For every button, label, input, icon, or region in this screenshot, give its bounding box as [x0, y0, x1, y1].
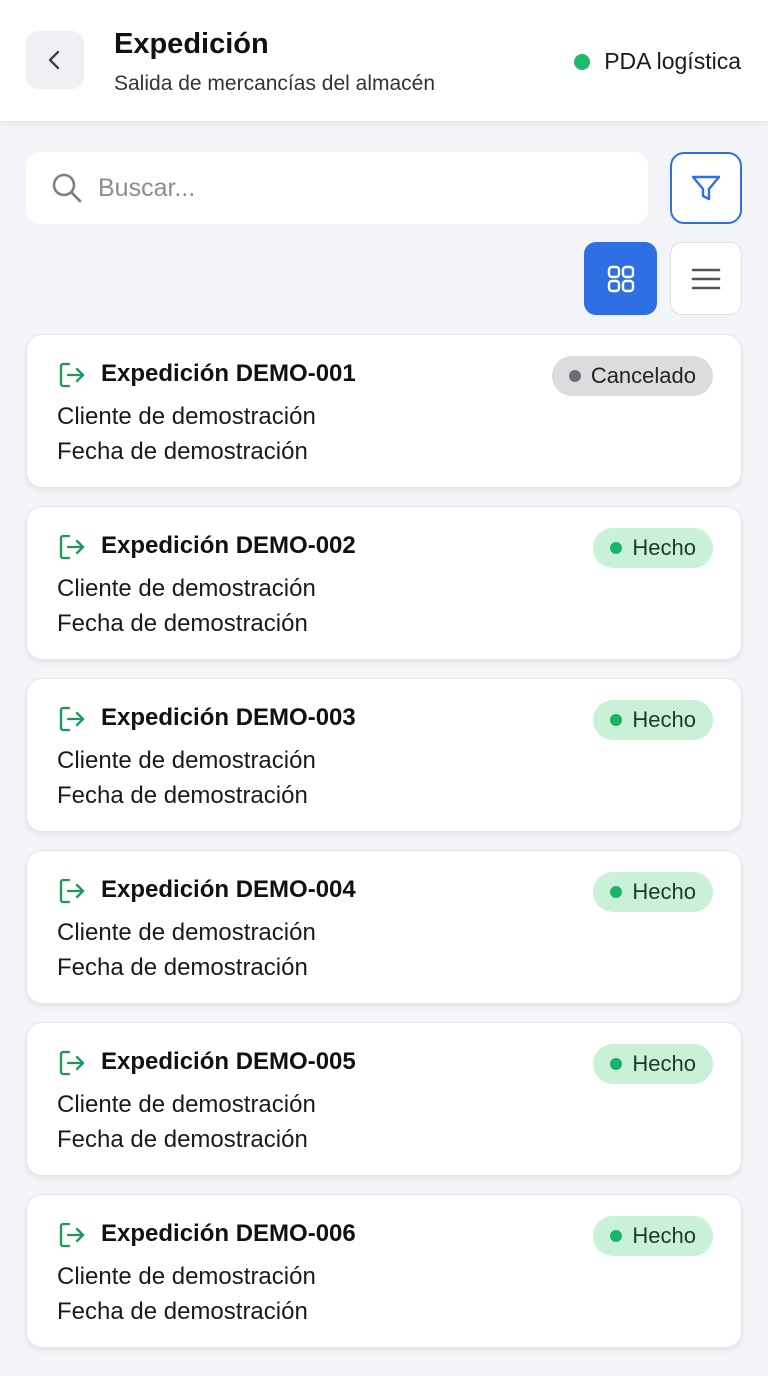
status-badge: Hecho [593, 872, 713, 912]
shipment-card[interactable]: Expedición DEMO-004 Hecho Cliente de dem… [26, 850, 742, 1004]
search-bar[interactable] [26, 152, 648, 224]
device-indicator: PDA logística [574, 48, 741, 75]
status-label: Hecho [632, 707, 696, 732]
shipment-title: Expedición DEMO-002 [101, 532, 356, 559]
search-icon [52, 173, 82, 203]
status-dot [568, 370, 581, 382]
search-input[interactable] [98, 173, 618, 203]
back-button[interactable] [26, 31, 84, 89]
shipment-date: Fecha de demostración [57, 1126, 308, 1153]
status-label: Hecho [632, 1223, 696, 1248]
shipment-card[interactable]: Expedición DEMO-002 Hecho Cliente de dem… [26, 506, 742, 660]
shipment-client: Cliente de demostración [57, 1263, 316, 1290]
shipment-date: Fecha de demostración [57, 438, 308, 465]
online-status-dot [574, 53, 591, 70]
exit-arrow-icon [59, 534, 85, 560]
shipment-client: Cliente de demostración [57, 919, 316, 946]
exit-arrow-icon [59, 706, 85, 732]
shipment-client: Cliente de demostración [57, 1091, 316, 1118]
shipment-title: Expedición DEMO-005 [101, 1048, 356, 1075]
shipment-title: Expedición DEMO-004 [101, 876, 356, 903]
filter-icon [691, 175, 721, 201]
list-view-icon [691, 268, 721, 289]
exit-arrow-icon [59, 1050, 85, 1076]
status-dot [610, 542, 623, 554]
shipment-list: Expedición DEMO-001 Cancelado Cliente de… [26, 334, 742, 1366]
list-view-button[interactable] [670, 242, 742, 315]
shipment-title: Expedición DEMO-003 [101, 704, 356, 731]
status-badge: Cancelado [551, 356, 713, 396]
exit-arrow-icon [59, 362, 85, 388]
shipment-date: Fecha de demostración [57, 782, 308, 809]
grid-view-icon [607, 265, 634, 292]
shipment-card[interactable]: Expedición DEMO-006 Hecho Cliente de dem… [26, 1194, 742, 1348]
chevron-left-icon [48, 50, 60, 70]
shipment-client: Cliente de demostración [57, 403, 316, 430]
shipment-date: Fecha de demostración [57, 1298, 308, 1325]
exit-arrow-icon [59, 1222, 85, 1248]
shipment-card[interactable]: Expedición DEMO-001 Cancelado Cliente de… [26, 334, 742, 488]
shipment-date: Fecha de demostración [57, 610, 308, 637]
device-label: PDA logística [604, 48, 741, 74]
status-dot [610, 886, 623, 898]
shipment-card[interactable]: Expedición DEMO-003 Hecho Cliente de dem… [26, 678, 742, 832]
shipment-client: Cliente de demostración [57, 575, 316, 602]
status-label: Hecho [632, 879, 696, 904]
status-badge: Hecho [593, 528, 713, 568]
filter-button[interactable] [670, 152, 742, 224]
status-label: Hecho [632, 535, 696, 560]
status-label: Cancelado [590, 363, 696, 388]
page-title: Expedición [114, 28, 269, 60]
status-dot [610, 714, 623, 726]
status-badge: Hecho [593, 700, 713, 740]
shipment-title: Expedición DEMO-006 [101, 1220, 356, 1247]
shipment-card[interactable]: Expedición DEMO-005 Hecho Cliente de dem… [26, 1022, 742, 1176]
shipment-date: Fecha de demostración [57, 954, 308, 981]
status-dot [610, 1230, 623, 1242]
status-badge: Hecho [593, 1216, 713, 1256]
shipment-title: Expedición DEMO-001 [101, 360, 356, 387]
app-header: Expedición Salida de mercancías del alma… [0, 0, 768, 122]
grid-view-button[interactable] [584, 242, 657, 315]
exit-arrow-icon [59, 878, 85, 904]
page-subtitle: Salida de mercancías del almacén [114, 72, 436, 95]
status-label: Hecho [632, 1051, 696, 1076]
status-dot [610, 1058, 623, 1070]
status-badge: Hecho [593, 1044, 713, 1084]
shipment-client: Cliente de demostración [57, 747, 316, 774]
